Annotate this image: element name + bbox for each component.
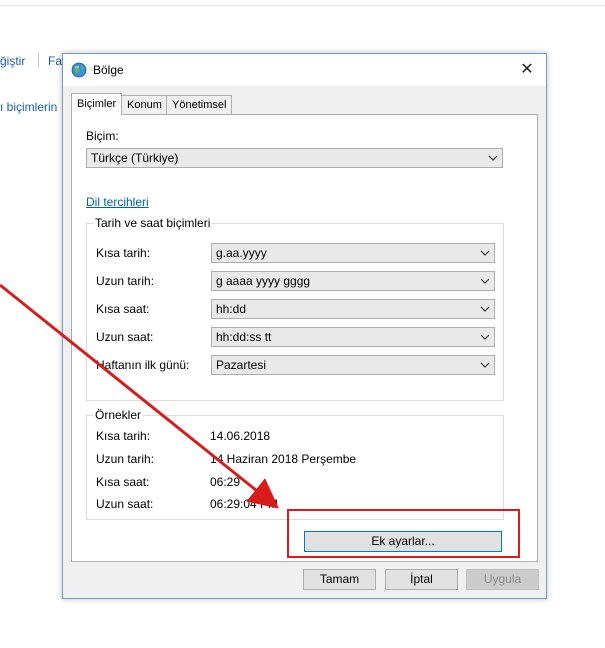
background-separator <box>38 52 39 68</box>
short-date-label: Kısa tarih: <box>96 246 151 260</box>
dialog-title: Bölge <box>93 63 124 77</box>
chevron-down-icon <box>480 334 490 340</box>
examples-group: Örnekler Kısa tarih: 14.06.2018 Uzun tar… <box>86 408 504 520</box>
examples-group-title: Örnekler <box>93 408 144 422</box>
datetime-group-title: Tarih ve saat biçimleri <box>93 216 213 230</box>
short-time-dropdown[interactable]: hh:dd <box>211 299 495 319</box>
first-day-label: Haftanın ilk günü: <box>96 358 190 372</box>
short-date-dropdown[interactable]: g.aa.yyyy <box>211 243 495 263</box>
short-time-label: Kısa saat: <box>96 302 150 316</box>
close-icon: ✕ <box>520 61 534 78</box>
example-short-time-value: 06:29 <box>210 475 241 489</box>
long-date-label: Uzun tarih: <box>96 274 155 288</box>
long-time-label: Uzun saat: <box>96 330 154 344</box>
background-link-formats[interactable]: ı biçimlerin <box>0 100 57 114</box>
chevron-down-icon <box>480 362 490 368</box>
long-date-value: g aaaa yyyy gggg <box>216 274 311 288</box>
example-long-date-value: 14 Haziran 2018 Perşembe <box>210 452 357 466</box>
background-link-change[interactable]: ğiştir <box>0 54 25 68</box>
chevron-down-icon <box>480 278 490 284</box>
chevron-down-icon <box>480 250 490 256</box>
formats-panel: Biçim: Türkçe (Türkiye) Dil tercihleri T… <box>71 114 538 562</box>
example-long-time-label: Uzun saat: <box>96 497 154 511</box>
datetime-formats-group: Tarih ve saat biçimleri Kısa tarih: g.aa… <box>86 216 504 401</box>
annotation-highlight-box <box>287 509 520 558</box>
background-window-border <box>0 5 605 6</box>
chevron-down-icon <box>480 306 490 312</box>
language-preferences-link[interactable]: Dil tercihleri <box>86 195 149 209</box>
first-day-value: Pazartesi <box>216 358 267 372</box>
first-day-dropdown[interactable]: Pazartesi <box>211 355 495 375</box>
tab-administrative[interactable]: Yönetimsel <box>166 95 233 114</box>
example-short-date-value: 14.06.2018 <box>210 429 271 443</box>
example-short-time-label: Kısa saat: <box>96 475 150 489</box>
example-short-date-label: Kısa tarih: <box>96 429 151 443</box>
close-button[interactable]: ✕ <box>514 58 540 82</box>
example-long-date-label: Uzun tarih: <box>96 452 155 466</box>
dialog-titlebar[interactable]: Bölge ✕ <box>63 54 546 86</box>
ok-button[interactable]: Tamam <box>303 569 376 590</box>
background-link-fa[interactable]: Fa <box>48 54 62 68</box>
globe-icon <box>71 62 87 78</box>
long-time-value: hh:dd:ss tt <box>216 330 272 344</box>
format-dropdown[interactable]: Türkçe (Türkiye) <box>86 148 503 168</box>
long-date-dropdown[interactable]: g aaaa yyyy gggg <box>211 271 495 291</box>
long-time-dropdown[interactable]: hh:dd:ss tt <box>211 327 495 347</box>
tab-formats[interactable]: Biçimler <box>71 93 123 115</box>
chevron-down-icon <box>488 155 498 161</box>
tab-location[interactable]: Konum <box>121 95 168 114</box>
example-long-time-value: 06:29:04 PM <box>210 497 279 511</box>
apply-button[interactable]: Uygula <box>466 569 539 590</box>
short-date-value: g.aa.yyyy <box>216 246 267 260</box>
format-value: Türkçe (Türkiye) <box>91 151 179 165</box>
short-time-value: hh:dd <box>216 302 247 316</box>
format-label: Biçim: <box>86 129 119 143</box>
cancel-button[interactable]: İptal <box>385 569 458 590</box>
